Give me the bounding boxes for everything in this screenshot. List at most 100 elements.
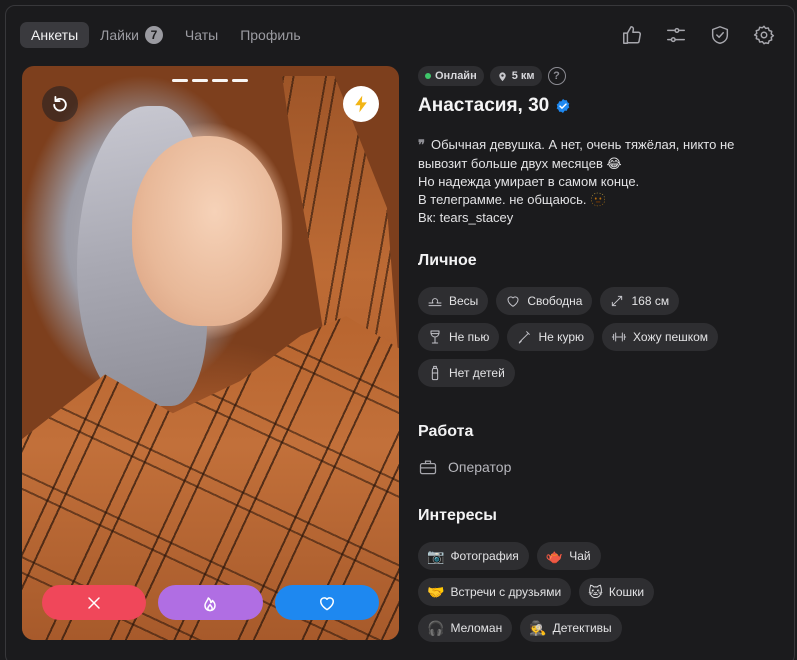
photo-page-dot[interactable]: [212, 79, 228, 82]
work-label: Оператор: [448, 459, 512, 475]
tab-chats-label: Чаты: [184, 27, 219, 43]
interest-chip: 🤝 Встречи с друзьями: [418, 578, 572, 606]
chip-label: Хожу пешком: [633, 330, 709, 344]
help-icon[interactable]: ?: [547, 67, 566, 85]
interest-chip: 🫖 Чай: [536, 542, 601, 570]
top-tabs: Анкеты Лайки 7 Чаты Профиль: [20, 22, 312, 48]
tab-my-profile[interactable]: Профиль: [229, 22, 311, 48]
lightning-icon: [355, 95, 367, 113]
camera-icon: 📷: [427, 548, 445, 564]
chip-label: Нет детей: [449, 366, 505, 380]
chip-relationship: Свободна: [496, 287, 593, 315]
tab-chats[interactable]: Чаты: [174, 22, 229, 48]
swipe-actions: [42, 585, 379, 620]
undo-button[interactable]: [42, 86, 78, 122]
chip-label: Фотография: [450, 549, 519, 563]
chip-alcohol: Не пью: [418, 323, 500, 351]
undo-icon: [53, 96, 67, 112]
interests-section: Интересы 📷 Фотография 🫖 Чай 🤝 Встречи с …: [418, 507, 718, 642]
top-toolbar: [621, 24, 775, 46]
bio-line: Но надежда умирает в самом конце.: [418, 174, 640, 189]
chip-label: Весы: [449, 294, 479, 308]
heart-outline-icon: [507, 296, 519, 307]
headphones-icon: 🎧: [427, 620, 445, 636]
chip-height: 168 см: [600, 287, 680, 315]
interest-chip: 📷 Фотография: [418, 542, 529, 570]
name-row: Анастасия, 30: [418, 94, 778, 118]
superlike-button[interactable]: [158, 585, 263, 620]
shield-check-icon[interactable]: [709, 24, 731, 46]
distance-label: 5 км: [511, 70, 535, 82]
detective-icon: 🕵️: [529, 620, 547, 636]
online-label: Онлайн: [435, 70, 477, 82]
quote-icon: ❞: [418, 138, 425, 153]
interest-chip: 🎧 Меломан: [418, 614, 513, 642]
status-row: Онлайн 5 км ?: [418, 66, 778, 86]
photo-page-dot[interactable]: [232, 79, 248, 82]
cat-icon: 🐱: [588, 584, 603, 600]
dumbbell-icon: [611, 332, 627, 342]
no-smoking-icon: [519, 331, 531, 344]
heart-icon: [319, 596, 334, 610]
bio-line-text: Обычная девушка. А нет, очень тяжёлая, н…: [431, 137, 735, 152]
sliders-icon[interactable]: [665, 24, 687, 46]
chip-label: Кошки: [608, 585, 645, 599]
personal-title: Личное: [418, 252, 477, 269]
chip-label: Меломан: [450, 621, 503, 635]
chip-sport: Хожу пешком: [602, 323, 719, 351]
chip-label: Свободна: [527, 294, 583, 308]
photo-page-indicator: [172, 79, 248, 82]
thumbs-up-icon[interactable]: [621, 24, 643, 46]
libra-icon: [428, 298, 442, 307]
photo-page-dot[interactable]: [172, 79, 188, 82]
tab-my-profile-label: Профиль: [240, 27, 301, 43]
like-button[interactable]: [274, 585, 379, 620]
personal-section: Личное Весы Свободна 168 см Не пью Не ку…: [418, 252, 758, 387]
chip-label: Детективы: [552, 621, 612, 635]
handshake-icon: 🤝: [427, 584, 445, 600]
tab-profiles-label: Анкеты: [31, 27, 79, 43]
boost-button[interactable]: [343, 86, 379, 122]
interest-chip: 🐱 Кошки: [579, 578, 655, 606]
photo-page-dot[interactable]: [192, 79, 208, 82]
bio-text: ❞ Обычная девушка. А нет, очень тяжёлая, …: [418, 136, 778, 227]
height-arrows-icon: [612, 295, 623, 307]
dislike-button[interactable]: [42, 585, 147, 620]
photo-face: [132, 136, 282, 326]
work-section: Работа Оператор: [418, 423, 511, 477]
online-badge: Онлайн: [418, 66, 484, 86]
chip-label: Встречи с друзьями: [450, 585, 562, 599]
online-dot-icon: [425, 73, 431, 79]
personal-chips: Весы Свободна 168 см Не пью Не курю Хожу…: [418, 287, 758, 387]
wine-glass-icon: [430, 330, 440, 344]
distance-badge: 5 км: [489, 66, 542, 86]
chip-children: Нет детей: [418, 359, 515, 387]
close-icon: [88, 596, 100, 609]
location-pin-icon: [499, 71, 506, 81]
gear-icon[interactable]: [753, 24, 775, 46]
chip-label: Не курю: [538, 330, 585, 344]
tab-likes[interactable]: Лайки 7: [89, 22, 174, 48]
profile-photo[interactable]: [22, 66, 399, 640]
profile-info: Онлайн 5 км ? Анастасия, 30 ❞ Обычная дев…: [418, 66, 778, 642]
bio-line: Вк: tears_stacey: [418, 210, 514, 225]
work-row: Оператор: [418, 457, 511, 477]
briefcase-icon: [419, 460, 437, 475]
bio-line: вывозит больше двух месяцев 😂: [418, 156, 622, 171]
bio-line: ❞ Обычная девушка. А нет, очень тяжёлая, …: [418, 136, 778, 155]
flame-icon: [204, 596, 217, 611]
baby-bottle-icon: [431, 365, 439, 381]
chip-label: Чай: [569, 549, 591, 563]
chip-label: 168 см: [631, 294, 670, 308]
teapot-icon: 🫖: [545, 548, 564, 564]
chip-zodiac: Весы: [418, 287, 489, 315]
tab-likes-label: Лайки: [100, 27, 139, 43]
tab-profiles[interactable]: Анкеты: [20, 22, 90, 48]
bio-line: В телеграмме. не общаюсь. 🫥: [418, 192, 607, 207]
interests-chips: 📷 Фотография 🫖 Чай 🤝 Встречи с друзьями …: [418, 542, 718, 642]
chip-smoking: Не курю: [507, 323, 595, 351]
likes-count-badge: 7: [144, 26, 163, 44]
work-title: Работа: [418, 423, 474, 440]
interest-chip: 🕵️ Детективы: [520, 614, 622, 642]
chip-label: Не пью: [449, 330, 490, 344]
